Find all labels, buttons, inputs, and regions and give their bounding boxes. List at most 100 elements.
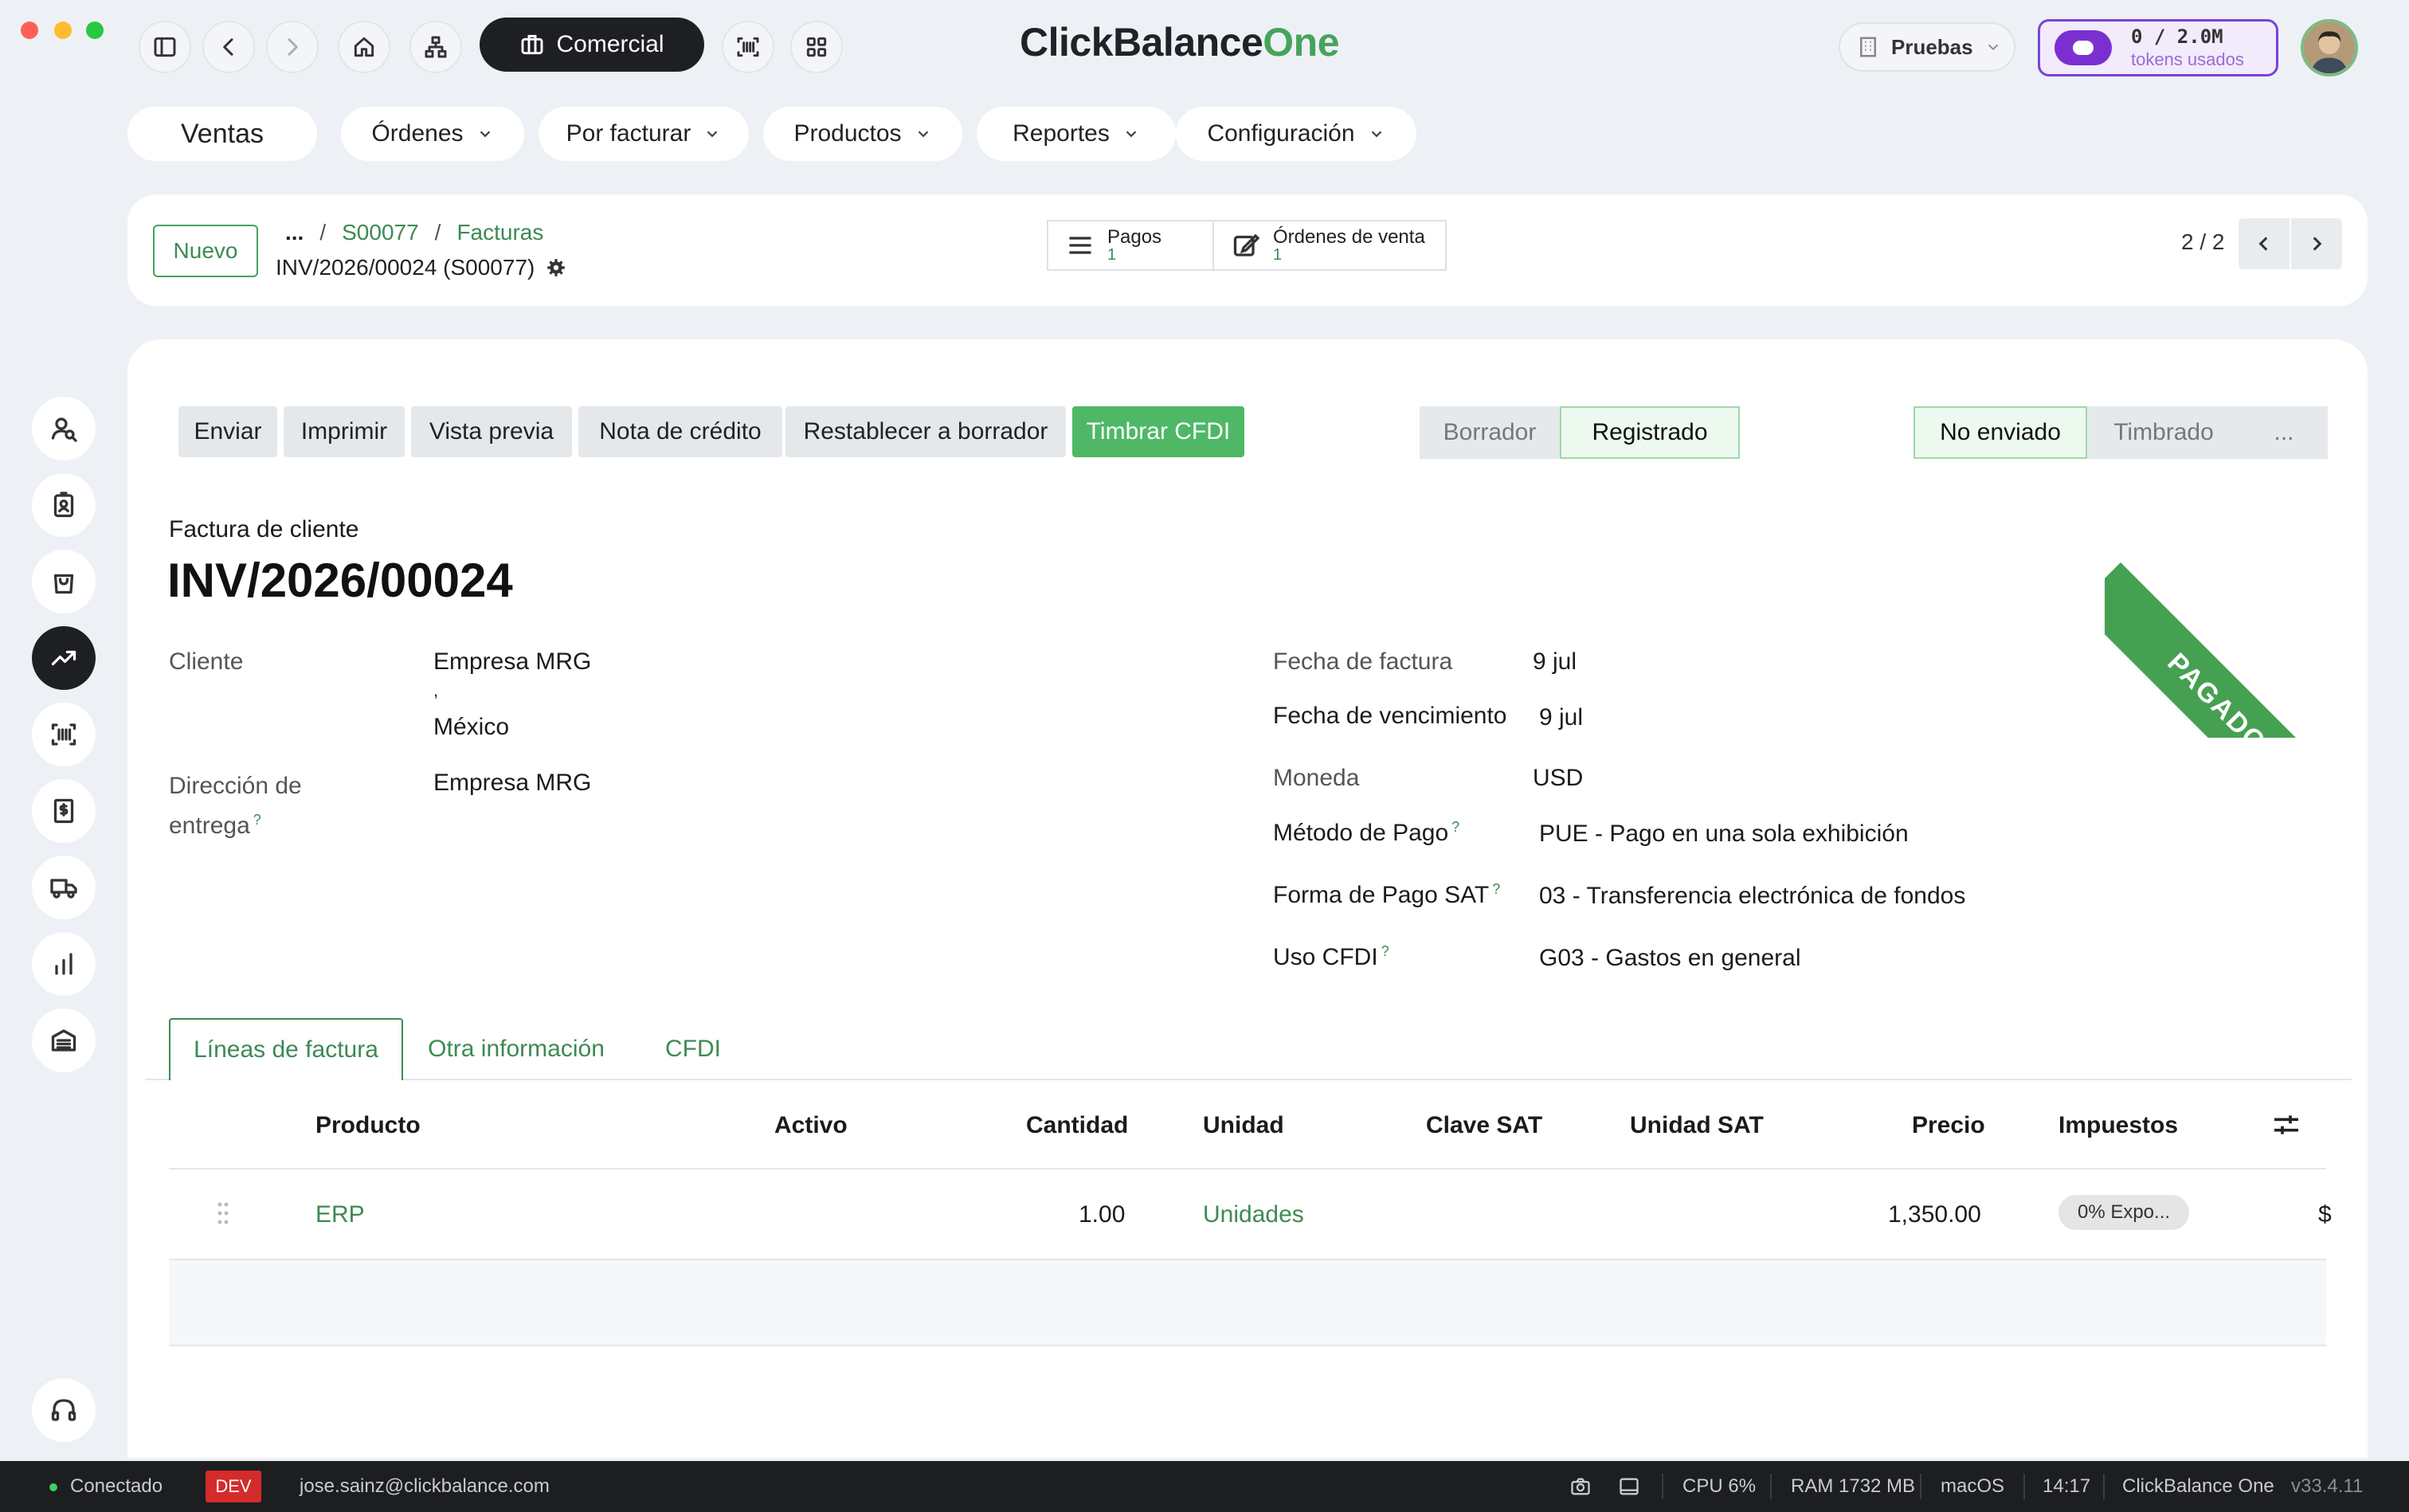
column-header-product[interactable]: Producto [315,1112,421,1139]
column-settings-icon[interactable] [2270,1109,2302,1141]
tab-other-info[interactable]: Otra información [419,1018,613,1080]
grid-icon [806,37,827,57]
menu-por-facturar[interactable]: Por facturar [539,107,749,161]
delivery-address-label: Dirección de entrega? [169,770,302,843]
window-close-button[interactable] [21,22,38,39]
breadcrumb-separator: / [319,220,327,245]
window-icon[interactable] [1617,1475,1641,1498]
window-minimize-button[interactable] [54,22,72,39]
cfdi-state-stamped[interactable]: Timbrado [2087,406,2240,459]
currency-link[interactable]: USD [1533,765,1583,792]
sidebar-reports[interactable] [32,932,96,996]
sale-orders-smart-button[interactable]: Órdenes de venta 1 [1212,220,1447,271]
drag-handle-icon[interactable] [217,1201,229,1225]
state-posted[interactable]: Registrado [1560,406,1740,459]
chevron-left-icon [2258,237,2268,251]
sidebar-inventory-scan[interactable] [32,703,96,766]
invoice-form: Enviar Imprimir Vista previa Nota de cré… [127,339,2368,1458]
sidebar-contacts[interactable] [32,397,96,460]
line-tax-badge[interactable]: 0% Expo... [2058,1195,2189,1230]
customer-comma: , [433,680,439,700]
menu-configuracion[interactable]: Configuración [1176,107,1416,161]
tab-invoice-lines[interactable]: Líneas de factura [169,1018,403,1080]
sidebar-shipping[interactable] [32,856,96,919]
company-selector[interactable]: Pruebas [1839,22,2015,72]
column-header-quantity[interactable]: Cantidad [1026,1112,1128,1139]
send-button[interactable]: Enviar [178,406,277,457]
payments-smart-button[interactable]: Pagos 1 [1047,220,1214,271]
customer-link[interactable]: Empresa MRG [433,648,591,676]
app-switcher-button[interactable]: Comercial [480,18,704,72]
column-header-unit[interactable]: Unidad [1203,1112,1284,1139]
cfdi-state-not-sent[interactable]: No enviado [1913,406,2087,459]
delivery-label-line2: entrega [169,813,250,839]
delivery-address-link[interactable]: Empresa MRG [433,770,591,797]
menu-productos[interactable]: Productos [763,107,962,161]
due-date-value[interactable]: 9 jul [1539,704,1583,731]
sidebar-accounting[interactable] [32,779,96,843]
column-header-price[interactable]: Precio [1912,1112,1985,1139]
sidebar-sales[interactable] [32,626,96,690]
breadcrumb-section-link[interactable]: Facturas [456,220,543,245]
column-header-active[interactable]: Activo [774,1112,848,1139]
pager-previous-button[interactable] [2239,218,2290,269]
pager-value: 2 / 2 [2181,229,2225,254]
line-product[interactable]: ERP [315,1201,365,1228]
back-button[interactable] [202,21,255,73]
sidebar-warehouse[interactable] [32,1009,96,1072]
preview-button[interactable]: Vista previa [411,406,572,457]
help-icon[interactable]: ? [253,812,261,828]
print-button[interactable]: Imprimir [284,406,405,457]
column-header-sat-key[interactable]: Clave SAT [1426,1112,1542,1139]
sidebar-purchases[interactable] [32,550,96,613]
invoice-state-bar: Borrador Registrado [1420,406,1740,459]
control-panel: Nuevo ... / S00077 / Facturas INV/2026/0… [127,194,2368,306]
sidebar-employees[interactable] [32,473,96,537]
payment-method-value[interactable]: PUE - Pago en una sola exhibición [1539,821,1909,848]
credit-note-button[interactable]: Nota de crédito [578,406,782,457]
state-draft[interactable]: Borrador [1420,406,1560,459]
shopping-bag-icon [53,574,74,594]
token-usage-widget[interactable]: 0 / 2.0M tokens usados [2038,19,2278,76]
tab-cfdi[interactable]: CFDI [644,1018,742,1080]
invoice-date-value[interactable]: 9 jul [1533,648,1577,676]
sidebar-support[interactable] [32,1378,96,1442]
menu-configuracion-label: Configuración [1207,120,1355,147]
help-icon[interactable]: ? [1451,819,1459,835]
line-quantity[interactable]: 1.00 [1079,1201,1125,1228]
edit-icon [1233,233,1260,257]
apps-grid-button[interactable] [790,21,843,73]
app-name: ClickBalance One [2122,1475,2274,1497]
stamp-cfdi-button[interactable]: Timbrar CFDI [1072,406,1244,457]
reset-to-draft-button[interactable]: Restablecer a borrador [785,406,1066,457]
breadcrumb-order-link[interactable]: S00077 [342,220,419,245]
column-header-taxes[interactable]: Impuestos [2058,1112,2178,1139]
forward-button[interactable] [266,21,319,73]
payment-form-value[interactable]: 03 - Transferencia electrónica de fondos [1539,883,1965,910]
toggle-sidebar-button[interactable] [139,21,191,73]
cfdi-use-value[interactable]: G03 - Gastos en general [1539,945,1801,972]
help-icon[interactable]: ? [1381,943,1389,959]
gear-icon[interactable] [546,257,566,278]
home-button[interactable] [338,21,390,73]
user-avatar[interactable] [2301,19,2358,76]
scan-button[interactable] [722,21,774,73]
breadcrumb-more[interactable]: ... [285,220,304,245]
home-icon [354,37,374,57]
invoice-type-label: Factura de cliente [169,516,359,543]
brand-accent: One [1263,20,1340,65]
org-chart-button[interactable] [409,21,462,73]
line-price[interactable]: 1,350.00 [1888,1201,1981,1228]
column-header-sat-unit[interactable]: Unidad SAT [1630,1112,1764,1139]
camera-icon[interactable] [1569,1475,1592,1498]
help-icon[interactable]: ? [1492,881,1500,897]
new-button[interactable]: Nuevo [153,225,258,277]
line-unit[interactable]: Unidades [1203,1201,1304,1228]
menu-ventas[interactable]: Ventas [127,107,317,161]
menu-reportes[interactable]: Reportes [977,107,1176,161]
cfdi-state-more[interactable]: ... [2240,406,2328,459]
pager-next-button[interactable] [2291,218,2342,269]
window-maximize-button[interactable] [86,22,104,39]
sale-orders-label: Órdenes de venta [1273,226,1425,248]
menu-ordenes[interactable]: Órdenes [341,107,524,161]
